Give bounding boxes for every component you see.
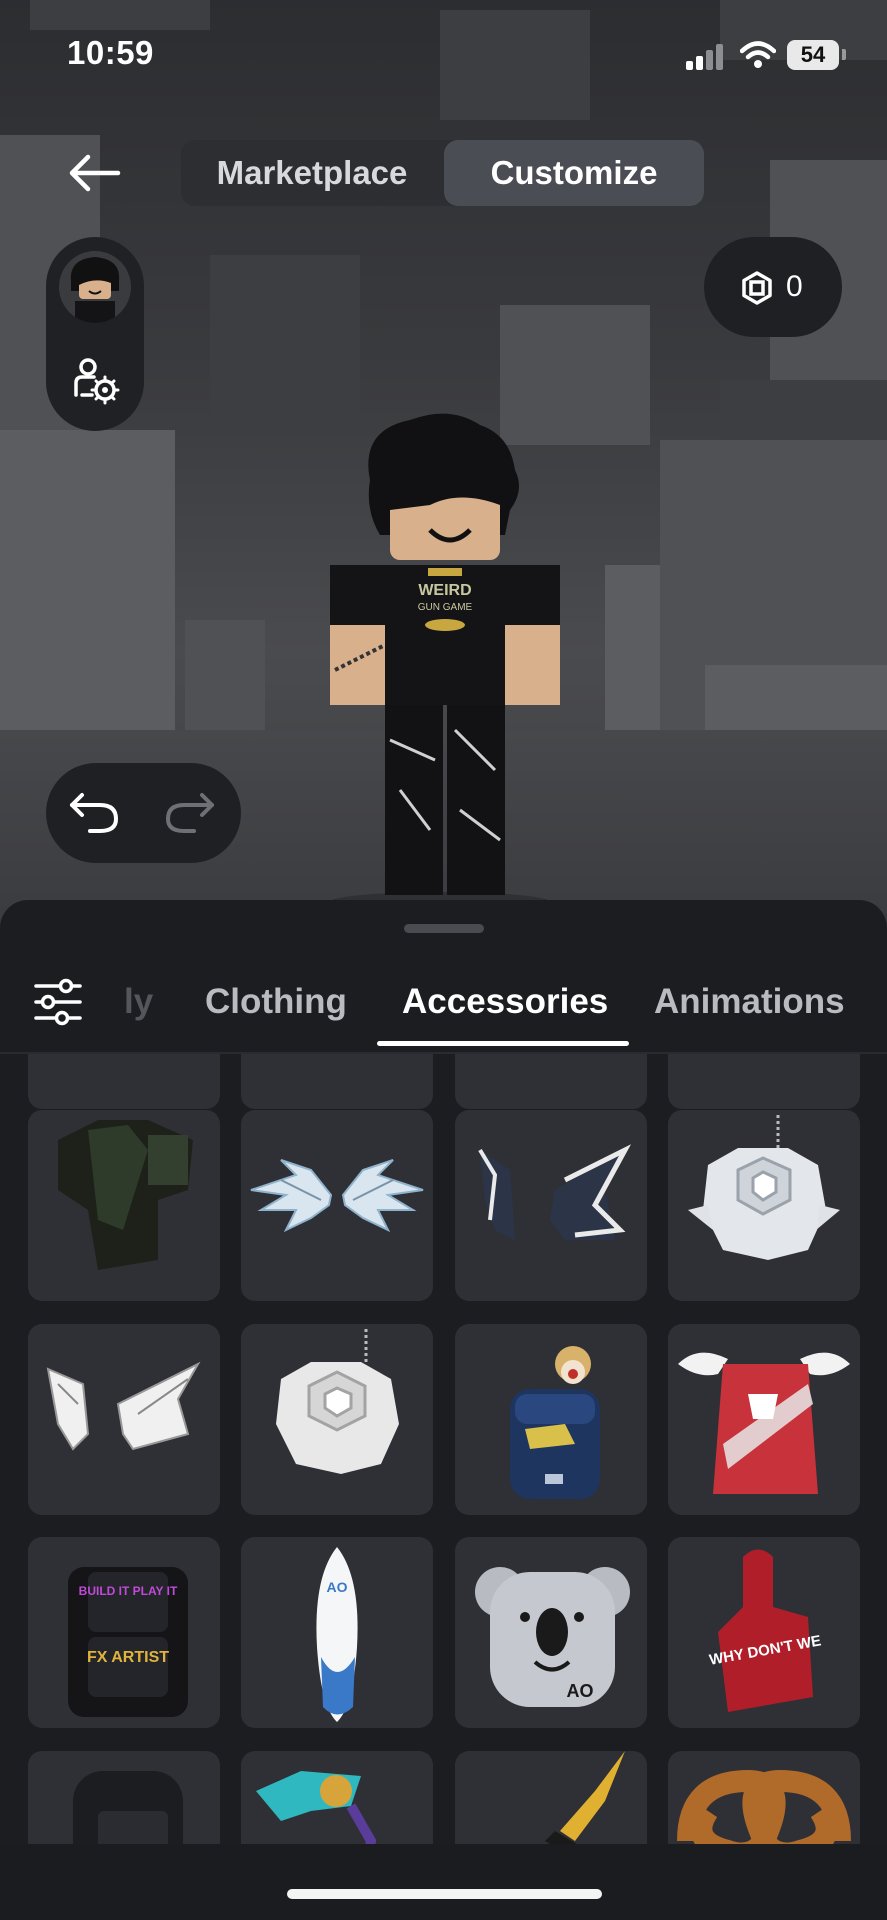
avatar[interactable] — [59, 251, 131, 323]
redo-icon[interactable] — [164, 789, 216, 837]
item-tile[interactable] — [28, 1054, 220, 1109]
scene-block — [30, 0, 210, 30]
status-time: 10:59 — [67, 34, 154, 71]
surfboard-accessory-icon: AO — [316, 1547, 358, 1722]
tab-marketplace[interactable]: Marketplace — [181, 140, 443, 206]
item-tile[interactable] — [241, 1054, 433, 1109]
item-dark-armor[interactable] — [28, 1110, 220, 1301]
build-it-text: BUILD IT PLAY IT — [79, 1584, 178, 1598]
item-dark-crystal-wings[interactable] — [455, 1110, 647, 1301]
koala-logo-text: AO — [567, 1681, 594, 1701]
white-crystal-wings-accessory-icon — [46, 1361, 201, 1451]
silver-crest-backpack-accessory-icon — [276, 1329, 399, 1474]
item-white-crystal-wings[interactable] — [28, 1324, 220, 1515]
item-silver-crest-backpack[interactable] — [668, 1110, 860, 1301]
item-ice-wings[interactable] — [241, 1110, 433, 1301]
surfboard-logo-text: AO — [327, 1579, 348, 1595]
red-winged-cape-accessory-icon — [678, 1352, 850, 1494]
active-tab-underline — [377, 1041, 629, 1046]
dark-backpack-accessory-icon — [73, 1771, 183, 1844]
item-tile[interactable] — [455, 1054, 647, 1109]
tab-clothing[interactable]: Clothing — [205, 978, 347, 1026]
avatar-settings-icon[interactable] — [70, 355, 122, 407]
scene-block — [0, 430, 175, 760]
home-indicator[interactable] — [287, 1889, 602, 1899]
pretzel-accessory-icon — [677, 1769, 851, 1844]
avatar-pill — [46, 237, 144, 431]
mode-switcher: Marketplace Customize — [181, 140, 704, 206]
undo-redo-controls — [46, 763, 241, 863]
avatar-figure[interactable]: WEIRD GUN GAME — [310, 410, 570, 910]
scene-block — [440, 10, 590, 120]
dark-crystal-wings-accessory-icon — [478, 1144, 632, 1240]
wifi-icon — [740, 41, 776, 68]
battery-tip — [842, 49, 846, 60]
tab-body[interactable]: ly — [124, 978, 153, 1026]
svg-text:GUN GAME: GUN GAME — [418, 602, 473, 613]
build-it-play-it-backpack-accessory-icon: BUILD IT PLAY IT FX ARTIST — [68, 1567, 188, 1717]
sheet-grabber[interactable] — [404, 924, 484, 933]
robux-icon — [742, 271, 772, 305]
fx-artist-text: FX ARTIST — [87, 1649, 169, 1666]
item-tile[interactable] — [668, 1054, 860, 1109]
item-pretzel[interactable] — [668, 1751, 860, 1844]
item-silver-crest-backpack-2[interactable] — [241, 1324, 433, 1515]
item-gold-sword[interactable] — [455, 1751, 647, 1844]
ice-crystal-wings-accessory-icon — [250, 1159, 424, 1233]
back-arrow-icon[interactable] — [64, 148, 124, 198]
item-red-winged-cape[interactable] — [668, 1324, 860, 1515]
item-koala-backpack[interactable]: AO — [455, 1537, 647, 1728]
tab-accessories[interactable]: Accessories — [402, 978, 608, 1026]
svg-text:WEIRD: WEIRD — [418, 582, 471, 599]
dark-armor-accessory-icon — [58, 1120, 193, 1270]
tab-animations[interactable]: Animations — [654, 978, 845, 1026]
blue-backpack-with-toys-accessory-icon — [510, 1346, 600, 1499]
cellular-signal-icon — [686, 44, 726, 70]
silver-crest-backpack-accessory-icon — [688, 1115, 840, 1260]
robux-balance: 0 — [786, 270, 803, 303]
filter-sliders-icon[interactable] — [32, 978, 84, 1026]
robux-balance-button[interactable]: 0 — [704, 237, 842, 337]
item-blue-dragon[interactable] — [241, 1751, 433, 1844]
battery-indicator: 54 — [787, 40, 839, 70]
scene-block — [210, 255, 360, 425]
scene-block — [720, 380, 887, 440]
item-dark-backpack[interactable] — [28, 1751, 220, 1844]
item-build-it-backpack[interactable]: BUILD IT PLAY IT FX ARTIST — [28, 1537, 220, 1728]
accessories-grid: BUILD IT PLAY IT FX ARTIST AO AO WHY DON… — [0, 1054, 887, 1844]
item-blue-backpack-toys[interactable] — [455, 1324, 647, 1515]
bottom-safe-area — [0, 1844, 887, 1920]
tab-customize[interactable]: Customize — [444, 140, 704, 206]
undo-icon[interactable] — [68, 789, 120, 837]
item-foam-finger[interactable]: WHY DON'T WE — [668, 1537, 860, 1728]
blue-dragon-accessory-icon — [256, 1771, 377, 1844]
koala-backpack-accessory-icon: AO — [475, 1567, 630, 1707]
gold-sword-accessory-icon — [545, 1751, 625, 1844]
foam-finger-accessory-icon: WHY DON'T WE — [708, 1549, 822, 1712]
item-surfboard[interactable]: AO — [241, 1537, 433, 1728]
